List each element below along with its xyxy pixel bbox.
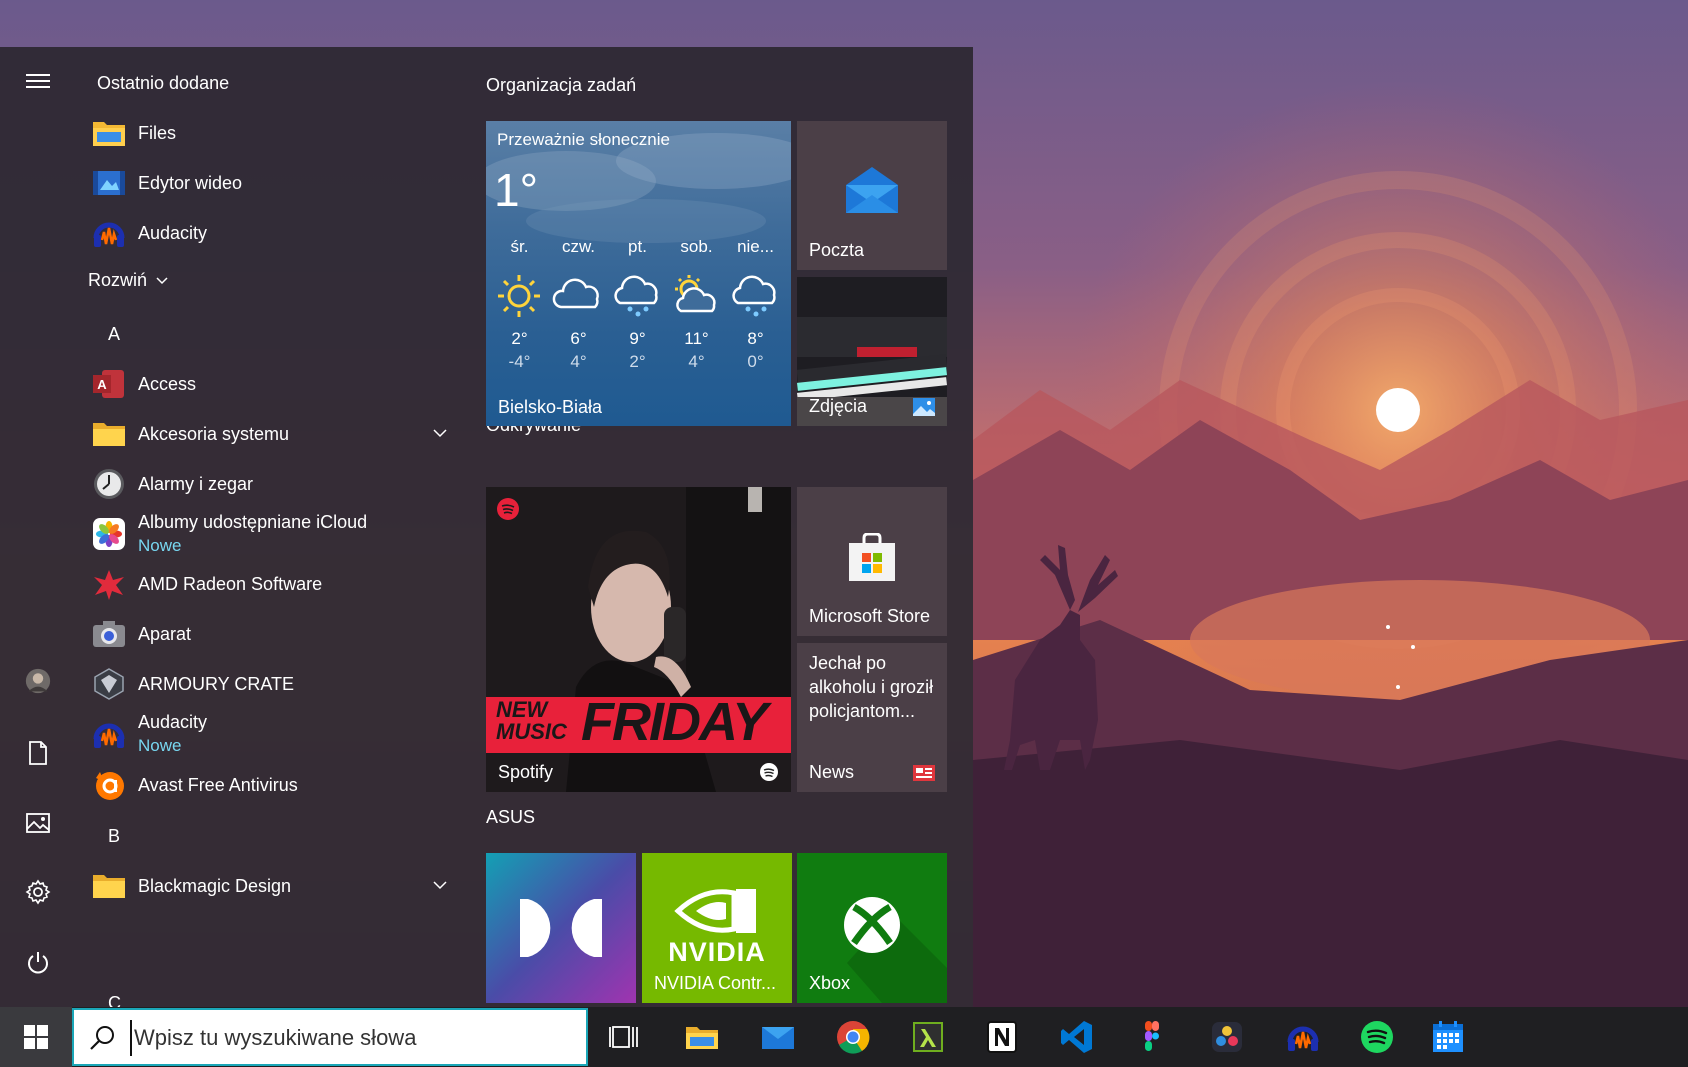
tile-label: Xbox <box>809 973 851 993</box>
tile-label: Microsoft Store <box>809 606 931 626</box>
xbox-tile[interactable]: Xbox <box>797 853 947 1003</box>
taskbar <box>0 1007 1688 1067</box>
figma-icon[interactable] <box>1132 1017 1172 1057</box>
weather-condition: Przeważnie słonecznie <box>497 130 670 149</box>
xbox-icon <box>844 897 900 953</box>
windows-icon <box>24 1025 48 1049</box>
photos-tile[interactable]: Zdjęcia <box>797 277 947 426</box>
forecast-day: czw. <box>561 237 596 256</box>
search-box[interactable] <box>72 1008 588 1066</box>
spotify-icon <box>760 763 778 781</box>
news-tile[interactable]: Jechał po alkoholu i groził policjantom.… <box>797 643 947 792</box>
poster-text-new: NEW <box>496 697 548 722</box>
forecast-day: sob. <box>680 237 713 256</box>
mail-icon <box>846 167 898 213</box>
poster-text-music: MUSIC <box>496 719 567 744</box>
calendar-icon[interactable] <box>1428 1017 1468 1057</box>
forecast-day: nie... <box>737 237 774 256</box>
photos-icon <box>913 398 935 416</box>
search-input[interactable] <box>130 1020 570 1056</box>
store-icon <box>849 533 895 581</box>
davinci-icon[interactable] <box>1207 1017 1247 1057</box>
news-icon <box>913 765 935 781</box>
mail-tile[interactable]: Poczta <box>797 121 947 270</box>
tile-label: News <box>809 762 855 782</box>
tile-label: Poczta <box>809 240 865 260</box>
rain-cloud-icon <box>732 275 776 317</box>
chrome-icon[interactable] <box>833 1017 873 1057</box>
spotify-icon <box>497 498 519 520</box>
task-view-icon[interactable] <box>604 1017 644 1057</box>
microsoft-store-tile[interactable]: Microsoft Store <box>797 487 947 636</box>
dolby-tile[interactable] <box>486 853 636 1003</box>
start-menu: Ostatnio dodane Files Edytor wideo Audac… <box>0 47 973 1007</box>
mail-icon[interactable] <box>758 1017 798 1057</box>
forecast-high: 9° <box>629 329 646 348</box>
group-title[interactable]: Organizacja zadań <box>486 75 636 96</box>
group-title[interactable]: ASUS <box>486 807 535 828</box>
weather-city: Bielsko-Biała <box>498 397 603 417</box>
notion-icon[interactable] <box>982 1017 1022 1057</box>
tiles-area: Organizacja zadań Odkrywanie ASUS Przewa… <box>0 47 973 1007</box>
spotify-icon[interactable] <box>1357 1017 1397 1057</box>
nvidia-eye-icon <box>674 889 756 933</box>
lambda-app-icon[interactable] <box>908 1017 948 1057</box>
forecast-low: 0° <box>747 352 764 371</box>
partly-sunny-icon <box>675 275 716 313</box>
poster-text-friday: FRIDAY <box>581 692 768 752</box>
rain-cloud-icon <box>614 275 658 317</box>
tile-label: Zdjęcia <box>809 396 868 416</box>
sun-icon <box>498 275 540 317</box>
weather-temperature: 1° <box>494 164 538 216</box>
search-icon <box>90 1026 114 1050</box>
nvidia-tile[interactable]: NVIDIA NVIDIA Contr... <box>642 853 792 1003</box>
forecast-day: śr. <box>510 237 529 256</box>
tile-label: Spotify <box>498 762 554 782</box>
start-button[interactable] <box>0 1007 72 1067</box>
forecast-low: 4° <box>570 352 587 371</box>
forecast-low: 2° <box>629 352 646 371</box>
audacity-icon[interactable] <box>1283 1017 1323 1057</box>
poster-text: NEW MUSIC <box>496 699 567 743</box>
cloud-icon <box>552 278 599 309</box>
dolby-icon <box>520 899 602 957</box>
news-headline: Jechał po alkoholu i groził policjantom.… <box>809 653 934 721</box>
forecast-low: 4° <box>688 352 705 371</box>
nvidia-brand: NVIDIA <box>668 937 766 967</box>
forecast-high: 11° <box>684 329 709 348</box>
file-explorer-icon[interactable] <box>682 1017 722 1057</box>
forecast-high: 6° <box>570 329 587 348</box>
forecast-low: -4° <box>508 352 531 371</box>
forecast-day: pt. <box>628 237 647 256</box>
weather-tile[interactable]: Przeważnie słonecznie 1° śr. czw. pt. so… <box>486 121 791 426</box>
tile-label: NVIDIA Contr... <box>654 973 777 993</box>
vscode-icon[interactable] <box>1057 1017 1097 1057</box>
forecast-high: 2° <box>511 329 528 348</box>
spotify-tile[interactable]: NEW MUSIC FRIDAY Spotify <box>486 487 791 792</box>
forecast-high: 8° <box>747 329 764 348</box>
